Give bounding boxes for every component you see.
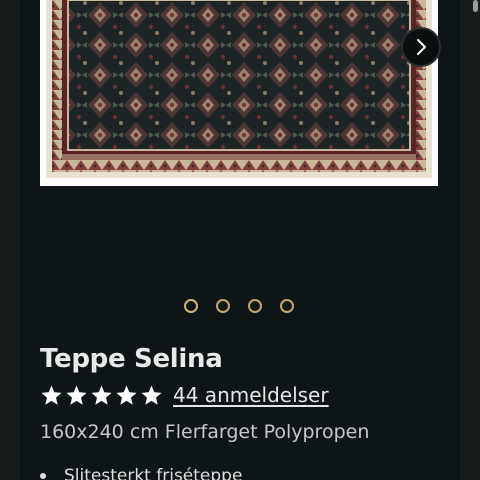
carousel-indicators	[184, 299, 294, 313]
product-title: Teppe Selina	[40, 344, 223, 374]
product-rating: 44 anmeldelser	[40, 383, 329, 407]
carousel-dot-3[interactable]	[248, 299, 262, 313]
star-icon	[91, 384, 112, 405]
scrollbar[interactable]	[472, 0, 478, 480]
feature-text: Slitesterkt friséteppe	[64, 466, 243, 480]
carousel-dot-4[interactable]	[280, 299, 294, 313]
star-icon	[66, 384, 87, 405]
reviews-link[interactable]: 44 anmeldelser	[173, 383, 329, 407]
bullet-icon	[40, 473, 46, 479]
star-icon	[116, 384, 137, 405]
product-panel: Teppe Selina 44 anmeldelser 160x240 cm F…	[20, 0, 460, 480]
star-icon	[141, 384, 162, 405]
carousel-next-button[interactable]	[401, 27, 441, 67]
scrollbar-thumb[interactable]	[473, 0, 478, 12]
product-subtitle: 160x240 cm Flerfarget Polypropen	[40, 421, 370, 443]
carousel-dot-1[interactable]	[184, 299, 198, 313]
product-image-rug	[46, 0, 432, 178]
carousel-dot-2[interactable]	[216, 299, 230, 313]
star-icon	[41, 384, 62, 405]
feature-list-item: Slitesterkt friséteppe	[40, 466, 242, 480]
page-gutter-left	[0, 0, 20, 480]
product-image-frame[interactable]	[40, 0, 438, 186]
star-rating	[40, 384, 163, 407]
chevron-right-icon	[417, 39, 426, 55]
